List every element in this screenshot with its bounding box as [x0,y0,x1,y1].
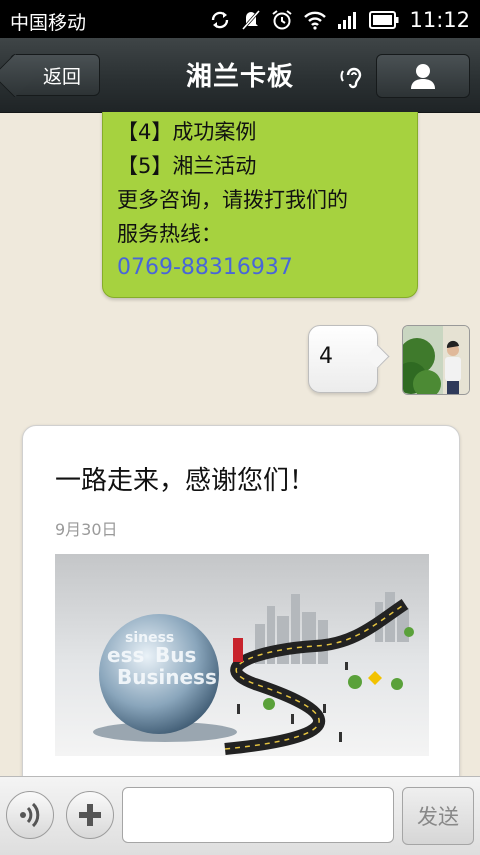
globe-word: Business [117,665,217,689]
input-bar: 发送 [0,776,480,855]
plus-icon [79,804,101,826]
back-button-label: 返回 [42,65,81,88]
signal-icon [337,10,359,30]
voice-button[interactable] [6,791,54,839]
message-line: 服务热线： [117,222,222,246]
globe-word: ess [107,643,144,667]
incoming-message-bubble[interactable]: 【4】成功案例 【5】湘兰活动 更多咨询，请拨打我们的 服务热线： 0769-8… [102,112,418,298]
article-card[interactable]: 一路走来，感谢您们！ 9月30日 siness ess Bus Business [22,425,460,776]
voice-icon [20,802,40,828]
article-title: 一路走来，感谢您们！ [55,466,316,496]
back-button[interactable]: 返回 [0,53,100,98]
sync-icon [209,10,231,30]
more-button[interactable] [66,791,114,839]
earpiece-icon[interactable] [340,63,366,89]
page-title: 湘兰卡板 [185,62,294,92]
wifi-icon [303,10,327,30]
clock: 11:12 [409,8,470,32]
alarm-icon [271,9,293,31]
outgoing-message-bubble[interactable]: 4 [308,325,390,393]
message-line: 更多咨询，请拨打我们的 [117,188,348,212]
message-line: 【4】成功案例 [117,120,257,144]
status-icons: 11:12 [209,6,470,34]
avatar[interactable] [402,325,470,395]
header-bar: 返回 湘兰卡板 [0,38,480,113]
chat-area[interactable]: 【4】成功案例 【5】湘兰活动 更多咨询，请拨打我们的 服务热线： 0769-8… [0,112,480,776]
send-button[interactable]: 发送 [402,787,474,845]
message-input[interactable] [122,787,394,843]
globe-word: Bus [155,643,196,667]
profile-button[interactable] [376,54,470,98]
outgoing-message-text: 4 [319,344,333,369]
article-cover-image[interactable]: siness ess Bus Business [55,554,429,756]
battery-icon [369,11,399,29]
back-arrow-shape [0,53,37,98]
carrier-name: 中国移动 [10,12,87,34]
article-date: 9月30日 [55,520,118,539]
bubble-tail [365,344,390,369]
phone-number-link[interactable]: 0769-88316937 [117,251,403,285]
status-bar: 中国移动 11:12 [0,0,480,38]
message-line: 【5】湘兰活动 [117,154,257,178]
mute-icon [241,9,261,31]
profile-icon [411,64,435,89]
